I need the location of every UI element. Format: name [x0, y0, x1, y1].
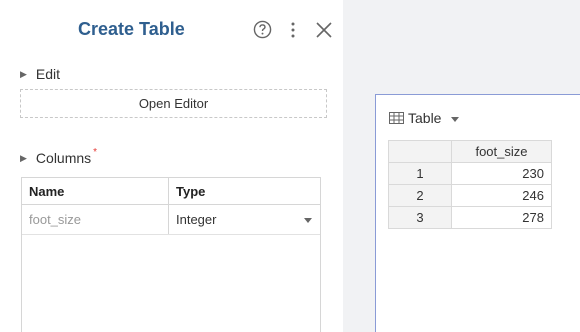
- table-row: foot_size Integer: [22, 205, 320, 235]
- type-column-header: Type: [176, 184, 206, 199]
- columns-table: Name Type foot_size Integer: [21, 177, 321, 332]
- caret-right-icon: ▶: [20, 68, 27, 79]
- column-type-select[interactable]: Integer: [169, 205, 320, 234]
- table-row: 1 230: [388, 162, 552, 185]
- row-index: 1: [388, 162, 452, 185]
- column-type-value: Integer: [176, 212, 217, 227]
- table-row: 3 278: [388, 206, 552, 229]
- foot-size-column-header: foot_size: [451, 140, 552, 163]
- required-marker: *: [93, 146, 98, 158]
- table-header-row: foot_size: [388, 140, 552, 163]
- open-editor-button[interactable]: Open Editor: [20, 89, 327, 118]
- chevron-down-icon: [304, 218, 312, 223]
- table-preview-card: Table foot_size 1 230 2 246 3 278: [375, 94, 580, 332]
- close-icon[interactable]: [316, 22, 332, 38]
- edit-section-label: Edit: [35, 66, 61, 82]
- table-grid-icon: [389, 112, 404, 124]
- help-icon[interactable]: [253, 20, 272, 39]
- cell-value: 230: [451, 162, 552, 185]
- view-type-label: Table: [408, 110, 442, 126]
- column-name-cell[interactable]: foot_size: [22, 205, 169, 234]
- row-index: 3: [388, 206, 452, 229]
- name-column-header: Name: [22, 178, 169, 204]
- index-header: [388, 140, 452, 163]
- create-table-panel: Create Table ▶ Edit Open Editor ▶ Column…: [0, 0, 343, 332]
- columns-table-header: Name Type: [22, 178, 320, 205]
- chevron-down-icon: [451, 116, 460, 122]
- preview-data-table: foot_size 1 230 2 246 3 278: [388, 140, 552, 229]
- cell-value: 278: [451, 206, 552, 229]
- preview-area: Table foot_size 1 230 2 246 3 278: [343, 0, 580, 332]
- row-index: 2: [388, 184, 452, 207]
- edit-section-toggle[interactable]: ▶ Edit: [20, 66, 60, 82]
- view-type-selector[interactable]: Table: [389, 110, 460, 126]
- columns-section-label: Columns: [35, 150, 92, 166]
- table-row: 2 246: [388, 184, 552, 207]
- columns-section-toggle[interactable]: ▶ Columns *: [20, 146, 98, 167]
- cell-value: 246: [451, 184, 552, 207]
- more-vertical-icon[interactable]: [290, 22, 296, 38]
- panel-title: Create Table: [78, 19, 185, 39]
- caret-right-icon: ▶: [20, 152, 27, 163]
